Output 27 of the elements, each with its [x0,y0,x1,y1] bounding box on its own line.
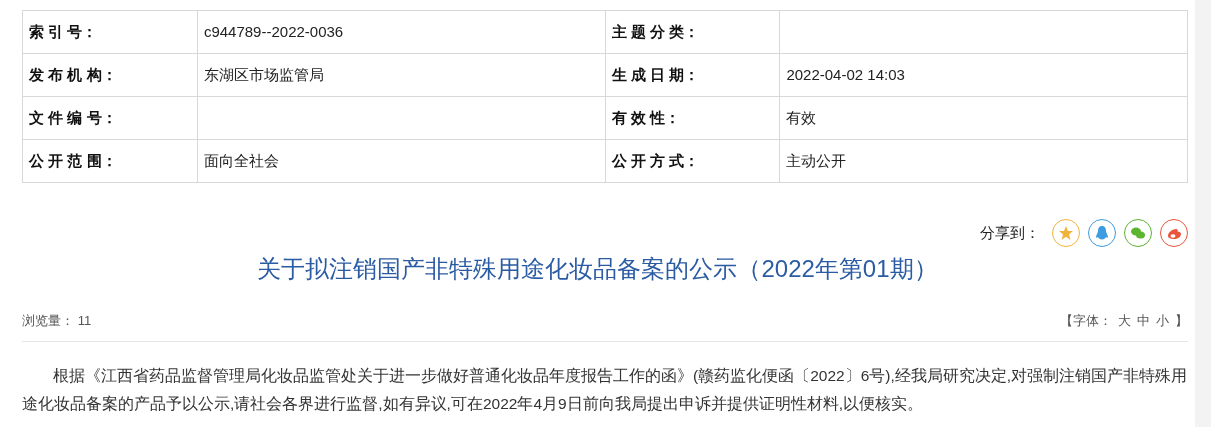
body-paragraph: 根据《江西省药品监督管理局化妆品监管处关于进一步做好普通化妆品年度报告工作的函》(赣药监化便函〔2022〕6号),经我局研究决定,对强制注销国产非特殊用途化妆品备案的产品予以公示,请社会各界进行监督,如有异议,可在2022年4月9日前向我局提出申诉并提供证明性材料,以便核实。 [22,365,1189,414]
table-cell: 有效 [779,96,1188,140]
table-cell: 东湖区市场监管局 [197,53,605,97]
table-cell: 公 开 范 围： [22,139,198,183]
table-cell: 发 布 机 构： [22,53,198,97]
font-size-link[interactable]: 大 [1118,311,1131,331]
font-size-label: 【字体： [1060,312,1112,330]
table-cell: 有 效 性： [605,96,780,140]
font-size-link[interactable]: 中 [1137,311,1150,331]
bracket-text: 】 [1175,312,1188,330]
article-title: 关于拟注销国产非特殊用途化妆品备案的公示（2022年第01期） [256,254,939,284]
share-button[interactable] [1160,219,1188,247]
share-label: 分享到： [980,222,1040,243]
table-cell: 生 成 日 期： [605,53,780,97]
table-cell: 文 件 编 号： [22,96,198,140]
table-cell: 主动公开 [779,139,1188,183]
share-button[interactable] [1052,219,1080,247]
table-cell: 面向全社会 [197,139,605,183]
table-cell: 索 引 号： [22,10,198,54]
font-size-link[interactable]: 小 [1156,311,1169,331]
view-count: 浏览量： 11 [22,312,92,330]
table-cell: 2022-04-02 14:03 [779,53,1188,97]
table-cell: 主 题 分 类： [605,10,780,54]
table-cell: 公 开 方 式： [605,139,780,183]
share-button[interactable] [1088,219,1116,247]
table-cell: c944789--2022-0036 [197,10,605,54]
share-button[interactable] [1124,219,1152,247]
